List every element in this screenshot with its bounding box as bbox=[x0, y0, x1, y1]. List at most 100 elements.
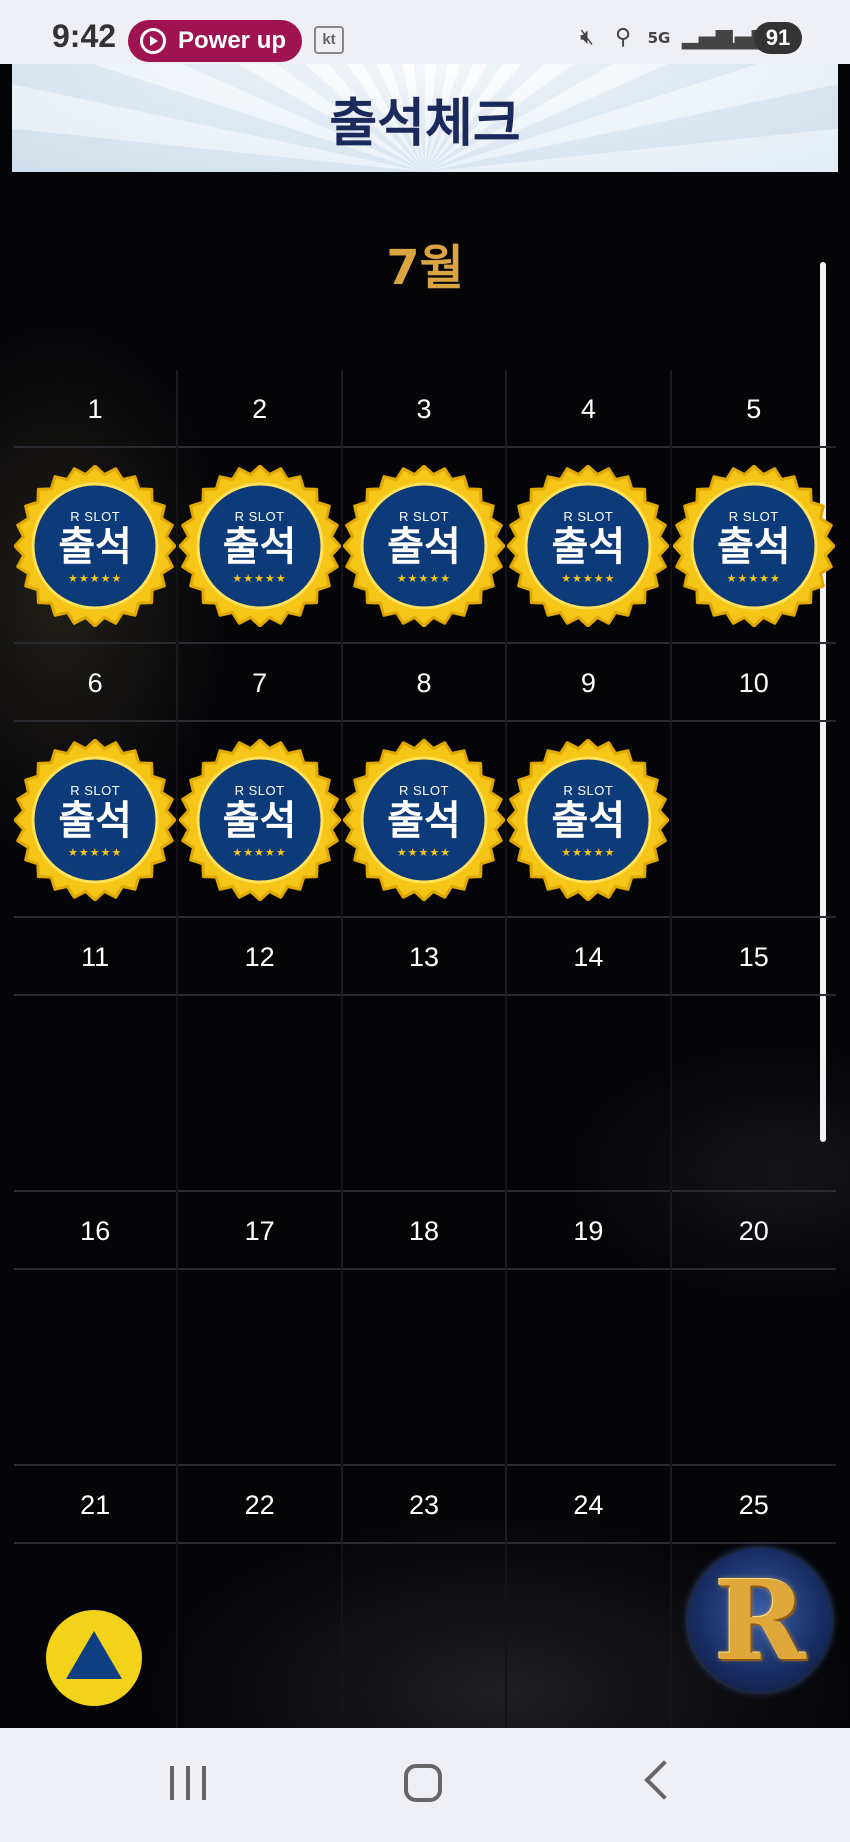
badge-word: 출석 bbox=[716, 524, 791, 570]
badge-stars: ★★★★★ bbox=[396, 846, 452, 859]
recent-bar-icon bbox=[170, 1766, 174, 1800]
badge-stars: ★★★★★ bbox=[232, 572, 287, 585]
badge-text: R SLOT 출석 ★★★★★ bbox=[343, 739, 505, 901]
signal-icon: ▂▄▆ bbox=[682, 25, 733, 50]
carrier-badge: kt bbox=[314, 26, 344, 54]
calendar-week: 6 7 8 9 10 R SLOT 출석 ★★★★★ R SLOT 출석 ★★★★★ R SLOT 출석… bbox=[14, 644, 836, 918]
attendance-badge-icon: R SLOT 출석 ★★★★★ bbox=[672, 465, 835, 627]
day-number: 24 bbox=[507, 1466, 672, 1544]
recent-apps-button[interactable] bbox=[158, 1758, 218, 1810]
day-number-row: 16 17 18 19 20 bbox=[14, 1192, 836, 1270]
navigation-bar bbox=[0, 1728, 850, 1842]
back-chevron-icon bbox=[644, 1760, 684, 1800]
badge-brand: R SLOT bbox=[563, 509, 614, 524]
day-stamp-cell[interactable] bbox=[507, 1270, 672, 1466]
badge-word: 출석 bbox=[387, 798, 461, 844]
day-stamp-cell[interactable] bbox=[672, 1270, 836, 1466]
day-number: 23 bbox=[343, 1466, 508, 1544]
day-stamp-cell[interactable] bbox=[507, 996, 672, 1192]
badge-word: 출석 bbox=[551, 798, 626, 844]
attendance-badge-icon: R SLOT 출석 ★★★★★ bbox=[507, 465, 670, 627]
status-time: 9:42 bbox=[52, 18, 117, 54]
day-number: 22 bbox=[178, 1466, 343, 1544]
attendance-badge-icon: R SLOT 출석 ★★★★★ bbox=[342, 739, 505, 901]
day-number: 8 bbox=[343, 644, 508, 722]
day-stamp-cell[interactable]: R SLOT 출석 ★★★★★ bbox=[507, 722, 672, 918]
badge-text: R SLOT 출석 ★★★★★ bbox=[507, 465, 669, 627]
badge-word: 출석 bbox=[551, 524, 626, 570]
badge-word: 출석 bbox=[387, 524, 461, 570]
day-stamp-cell[interactable]: R SLOT 출석 ★★★★★ bbox=[672, 448, 836, 644]
day-number: 10 bbox=[738, 667, 769, 698]
badge-brand: R SLOT bbox=[234, 783, 285, 798]
day-number: 16 bbox=[14, 1192, 179, 1270]
day-number: 5 bbox=[746, 393, 762, 424]
day-number-row: 6 7 8 9 10 bbox=[14, 644, 836, 722]
day-stamp-cell[interactable]: R SLOT 출석 ★★★★★ bbox=[178, 448, 343, 644]
logo-letter: R bbox=[714, 1555, 806, 1685]
day-number: 7 bbox=[178, 644, 343, 722]
day-stamp-cell[interactable]: R SLOT 출석 ★★★★★ bbox=[178, 722, 343, 918]
badge-stars: ★★★★★ bbox=[396, 572, 452, 585]
stamp-row bbox=[14, 1270, 836, 1466]
signal-r-icon: ▂▄▆ bbox=[718, 25, 769, 50]
badge-brand: R SLOT bbox=[398, 783, 449, 798]
day-stamp-cell[interactable]: R SLOT 출석 ★★★★★ bbox=[14, 448, 179, 644]
day-stamp-cell[interactable] bbox=[178, 996, 343, 1192]
day-stamp-cell[interactable] bbox=[343, 996, 508, 1192]
day-stamp-cell[interactable]: R SLOT 출석 ★★★★★ bbox=[342, 722, 508, 918]
day-number-row: 11 12 13 14 15 bbox=[14, 918, 836, 996]
power-up-label: Power up bbox=[178, 27, 287, 54]
day-number: 6 bbox=[14, 644, 179, 722]
badge-text: R SLOT 출석 ★★★★★ bbox=[14, 465, 176, 627]
day-stamp-cell[interactable]: R SLOT 출석 ★★★★★ bbox=[342, 448, 508, 644]
day-number: 19 bbox=[507, 1192, 672, 1270]
day-number: 12 bbox=[178, 918, 343, 996]
attendance-badge-icon: R SLOT 출석 ★★★★★ bbox=[14, 465, 177, 627]
badge-stars: ★★★★★ bbox=[232, 846, 287, 859]
day-number: 25 bbox=[738, 1489, 769, 1520]
brand-logo-button[interactable]: R bbox=[688, 1548, 832, 1692]
back-button[interactable] bbox=[632, 1758, 692, 1810]
badge-brand: R SLOT bbox=[70, 509, 121, 524]
day-stamp-cell[interactable]: R SLOT 출석 ★★★★★ bbox=[507, 448, 672, 644]
day-stamp-cell[interactable] bbox=[343, 1544, 508, 1740]
power-up-pill[interactable]: Power up bbox=[128, 20, 302, 62]
day-number: 2 bbox=[178, 370, 343, 448]
badge-stars: ★★★★★ bbox=[726, 572, 781, 585]
day-stamp-cell[interactable] bbox=[14, 996, 179, 1192]
day-number: 14 bbox=[507, 918, 672, 996]
mute-icon: 🔇︎ bbox=[580, 25, 594, 50]
badge-word: 출석 bbox=[222, 524, 297, 570]
badge-brand: R SLOT bbox=[563, 783, 614, 798]
day-number: 17 bbox=[178, 1192, 343, 1270]
attendance-banner: 출석체크 bbox=[12, 64, 838, 172]
status-bar: 9:42 Power up kt 🔇︎ ⚲ 5G ▂▄▆ ▂▄▆ 91 bbox=[0, 0, 850, 64]
day-number: 9 bbox=[507, 644, 672, 722]
attendance-badge-icon: R SLOT 출석 ★★★★★ bbox=[178, 465, 341, 627]
badge-word: 출석 bbox=[222, 798, 297, 844]
attendance-badge-icon: R SLOT 출석 ★★★★★ bbox=[507, 739, 670, 901]
scroll-to-top-button[interactable] bbox=[46, 1610, 142, 1706]
badge-text: R SLOT 출석 ★★★★★ bbox=[179, 465, 341, 627]
day-stamp-cell[interactable] bbox=[672, 722, 836, 918]
day-stamp-cell[interactable] bbox=[343, 1270, 508, 1466]
day-number-row: 1234 5 bbox=[14, 370, 836, 448]
home-button[interactable] bbox=[392, 1758, 452, 1810]
badge-stars: ★★★★★ bbox=[561, 846, 616, 859]
stamp-row: R SLOT 출석 ★★★★★ R SLOT 출석 ★★★★★ R SLOT 출석 ★★★★★ R… bbox=[14, 722, 836, 918]
day-stamp-cell[interactable] bbox=[672, 996, 836, 1192]
day-stamp-cell[interactable]: R SLOT 출석 ★★★★★ bbox=[14, 722, 179, 918]
day-number: 18 bbox=[343, 1192, 508, 1270]
day-stamp-cell[interactable] bbox=[178, 1270, 343, 1466]
day-number: 11 bbox=[14, 918, 179, 996]
play-circle-icon bbox=[140, 28, 166, 54]
day-stamp-cell[interactable] bbox=[507, 1544, 672, 1740]
arrow-up-icon bbox=[66, 1631, 122, 1679]
day-stamp-cell[interactable] bbox=[14, 1270, 179, 1466]
badge-text: R SLOT 출석 ★★★★★ bbox=[14, 739, 176, 901]
badge-text: R SLOT 출석 ★★★★★ bbox=[507, 739, 669, 901]
network-5g-icon: 5G bbox=[647, 29, 671, 47]
day-stamp-cell[interactable] bbox=[178, 1544, 343, 1740]
calendar-week: 16 17 18 19 20 bbox=[14, 1192, 836, 1466]
